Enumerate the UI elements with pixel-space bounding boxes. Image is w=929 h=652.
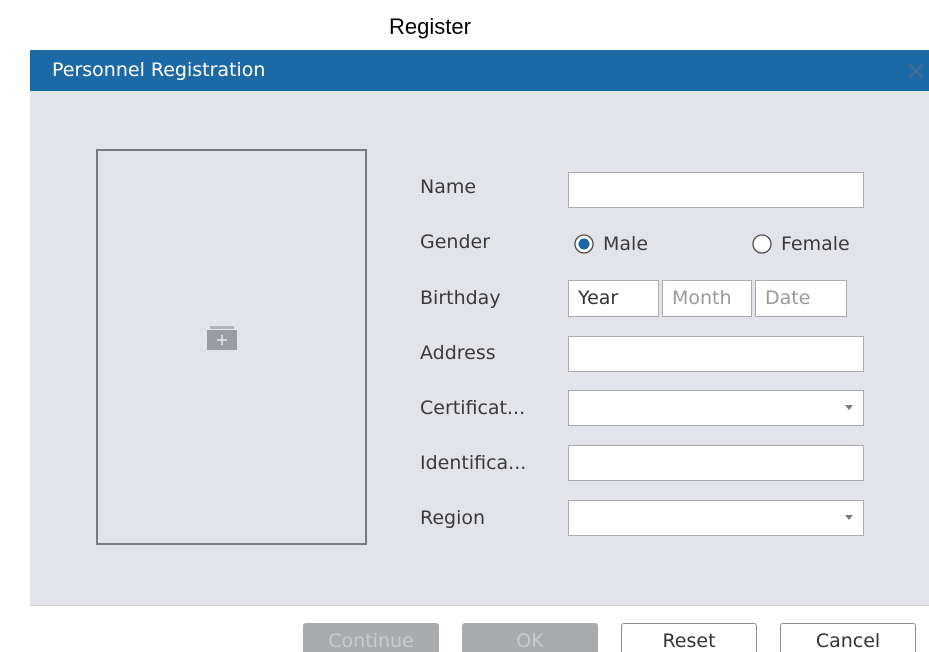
gender-male-label: Male [603,233,649,255]
gender-male-radio[interactable]: Male [574,230,648,258]
dialog-title: Personnel Registration [52,59,266,81]
reset-button[interactable]: Reset [621,623,757,652]
close-button[interactable] [903,57,929,83]
name-input[interactable] [568,172,864,208]
page-heading: Register [389,14,471,39]
identification-label: Identifica... [420,452,527,474]
gender-female-label: Female [781,233,850,255]
add-photo-icon [207,326,237,350]
dialog-body: Name Gender Male Female Birthday Year Mo… [30,91,929,606]
radio-selected-icon [574,234,594,254]
certificate-select[interactable] [568,390,864,426]
gender-label: Gender [420,231,491,253]
region-label: Region [420,507,486,529]
birthday-month-input[interactable]: Month [662,280,752,317]
address-label: Address [420,342,496,364]
region-select[interactable] [568,500,864,536]
radio-unselected-icon [752,234,772,254]
photo-upload-area[interactable] [96,149,367,545]
chevron-down-icon [845,515,853,520]
ok-button[interactable]: OK [462,623,598,652]
gender-female-radio[interactable]: Female [752,230,850,258]
close-x-icon [908,63,924,79]
identification-input[interactable] [568,445,864,481]
birthday-date-input[interactable]: Date [755,280,847,317]
birthday-label: Birthday [420,287,501,309]
dialog-titlebar: Personnel Registration [30,50,929,91]
continue-button[interactable]: Continue [303,623,439,652]
personnel-registration-dialog: Personnel Registration Name Gender Male … [30,50,929,652]
certificate-label: Certificat... [420,397,526,419]
cancel-button[interactable]: Cancel [780,623,916,652]
name-label: Name [420,176,477,198]
address-input[interactable] [568,336,864,372]
birthday-year-input[interactable]: Year [568,280,659,317]
chevron-down-icon [845,405,853,410]
